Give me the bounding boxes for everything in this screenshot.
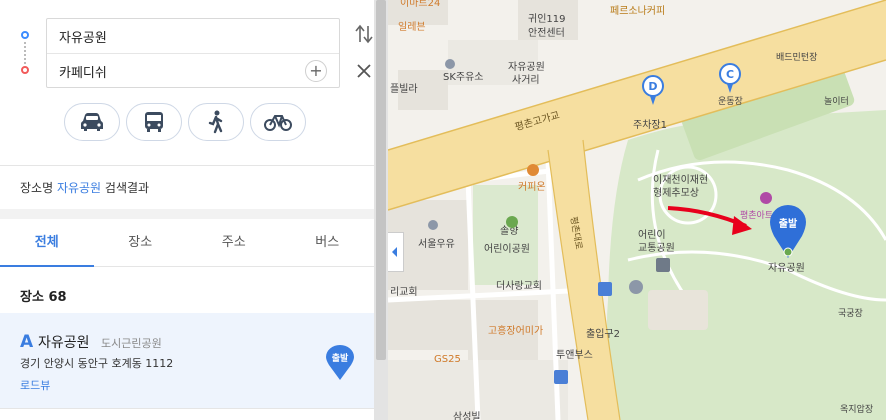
walk-mode-button[interactable] xyxy=(188,103,244,141)
route-connector xyxy=(24,42,26,64)
search-suffix: 검색결과 xyxy=(101,181,150,195)
origin-text: 자유공원 xyxy=(59,30,107,46)
search-summary: 장소명 자유공원 검색결과 xyxy=(20,179,149,196)
swap-icon[interactable] xyxy=(355,22,373,46)
label-kids-park1: 어린이 xyxy=(638,229,666,241)
bus-mode-button[interactable] xyxy=(126,103,182,141)
label-kids-park2: 교통공원 xyxy=(638,242,675,254)
start-pin-label: 출발 xyxy=(332,352,349,364)
label-coffee: 커피온 xyxy=(518,181,546,193)
result-letter: A xyxy=(20,332,34,352)
add-waypoint-button[interactable]: + xyxy=(305,60,327,82)
label-badminton: 배드민턴장 xyxy=(776,52,817,63)
result-tabs: 전체 장소 주소 버스 xyxy=(0,219,374,267)
label-tile: 일레븐 xyxy=(398,21,426,33)
bicycle-icon xyxy=(264,115,292,131)
destination-dot-icon xyxy=(21,66,29,74)
scroll-thumb[interactable] xyxy=(376,0,386,360)
label-parking: 주차장1 xyxy=(633,119,667,131)
parking-icon xyxy=(629,280,643,294)
label-sk: SK주유소 xyxy=(443,71,484,83)
bus-icon xyxy=(145,112,163,132)
roadview-link[interactable]: 로드뷰 xyxy=(20,377,50,393)
result-address: 경기 안양시 동안구 호계동 1112 xyxy=(20,357,174,370)
divider xyxy=(0,165,374,166)
tab-all[interactable]: 전체 xyxy=(0,219,94,267)
map-canvas: 이마트24 일레븐 귀인119 안전센터 페르소나커피 배드민턴장 SK주유소 … xyxy=(388,0,886,420)
label-jayu-intersection2: 사거리 xyxy=(512,74,540,86)
search-keyword: 자유공원 xyxy=(56,181,102,195)
label-park-name: 자유공원 xyxy=(768,262,805,274)
tab-address[interactable]: 주소 xyxy=(187,219,281,266)
panel-scrollbar[interactable] xyxy=(374,0,388,420)
section-separator xyxy=(0,209,374,219)
bus-stop-icon xyxy=(554,370,568,384)
label-exit2: 출입구2 xyxy=(586,327,620,340)
chevron-left-icon xyxy=(392,247,397,257)
label-apartment: 삼성빌 xyxy=(453,411,481,420)
destination-text: 카페디쉬 xyxy=(59,66,107,81)
label-jayu-intersection: 자유공원 xyxy=(508,61,545,73)
shop-icon xyxy=(428,220,438,230)
restroom-icon xyxy=(656,258,670,272)
map-view[interactable]: 이마트24 일레븐 귀인119 안전센터 페르소나커피 배드민턴장 SK주유소 … xyxy=(388,0,886,420)
label-emart: 이마트24 xyxy=(400,0,440,9)
marker-c-label: C xyxy=(726,68,734,81)
label-oak: 옥지압장 xyxy=(840,403,873,415)
result-category: 도시근린공원 xyxy=(101,337,162,350)
label-sports: 운동장 xyxy=(718,96,743,107)
origin-dot-icon xyxy=(21,31,29,39)
destination-input[interactable]: 카페디쉬 + xyxy=(47,54,339,89)
walk-icon xyxy=(208,110,223,134)
result-name[interactable]: 자유공원 xyxy=(38,332,90,352)
start-pin-button[interactable]: 출발 xyxy=(326,345,354,381)
gas-station-icon xyxy=(445,59,455,69)
car-mode-button[interactable] xyxy=(64,103,120,141)
close-icon[interactable] xyxy=(355,62,373,80)
collapse-panel-button[interactable] xyxy=(388,232,404,272)
cafe-icon xyxy=(527,164,539,176)
art-center-icon xyxy=(760,192,772,204)
label-archery: 국궁장 xyxy=(838,308,863,319)
label-freevilla: 플빌라 xyxy=(390,83,418,95)
car-icon xyxy=(81,113,103,131)
place-count-label: 장소 xyxy=(20,290,44,305)
label-gs25: GS25 xyxy=(434,354,461,365)
tab-bus[interactable]: 버스 xyxy=(281,219,375,266)
tab-places[interactable]: 장소 xyxy=(94,219,188,266)
label-pier: 고흥장어미가 xyxy=(488,324,543,337)
label-church1: 리교회 xyxy=(390,286,418,298)
bicycle-mode-button[interactable] xyxy=(250,103,306,141)
label-twin: 투앤부스 xyxy=(556,349,593,361)
route-panel: 자유공원 카페디쉬 + 장소명 자유공원 검색결과 전체 장소 주소 버스 장소… xyxy=(0,0,374,420)
park-area xyxy=(606,110,886,420)
transport-mode-row xyxy=(64,103,306,141)
label-zone: 평촌아트 xyxy=(740,210,773,221)
place-count-value: 68 xyxy=(48,290,67,305)
label-songhwa2: 어린이공원 xyxy=(484,243,530,255)
label-memorial1: 이재천이재현 xyxy=(653,174,708,186)
label-police2: 안전센터 xyxy=(528,27,565,39)
map-start-pin-label: 출발 xyxy=(779,217,798,230)
origin-input[interactable]: 자유공원 xyxy=(47,19,339,54)
search-prefix: 장소명 xyxy=(20,181,57,195)
label-playground: 놀이터 xyxy=(824,96,849,107)
marker-d-label: D xyxy=(648,80,657,93)
label-seoul-milk: 서울우유 xyxy=(418,238,455,250)
place-count: 장소 68 xyxy=(20,286,67,305)
park-icon xyxy=(506,216,518,228)
label-church2: 더사랑교회 xyxy=(496,280,542,292)
label-police: 귀인119 xyxy=(528,13,566,25)
divider xyxy=(0,408,374,409)
route-input-box: 자유공원 카페디쉬 + xyxy=(46,18,340,88)
result-item[interactable]: A 자유공원 도시근린공원 경기 안양시 동안구 호계동 1112 로드뷰 출발 xyxy=(0,313,374,408)
bus-stop-icon xyxy=(598,282,612,296)
label-pericana: 페르소나커피 xyxy=(610,5,665,17)
label-memorial2: 형제추모상 xyxy=(653,187,699,199)
